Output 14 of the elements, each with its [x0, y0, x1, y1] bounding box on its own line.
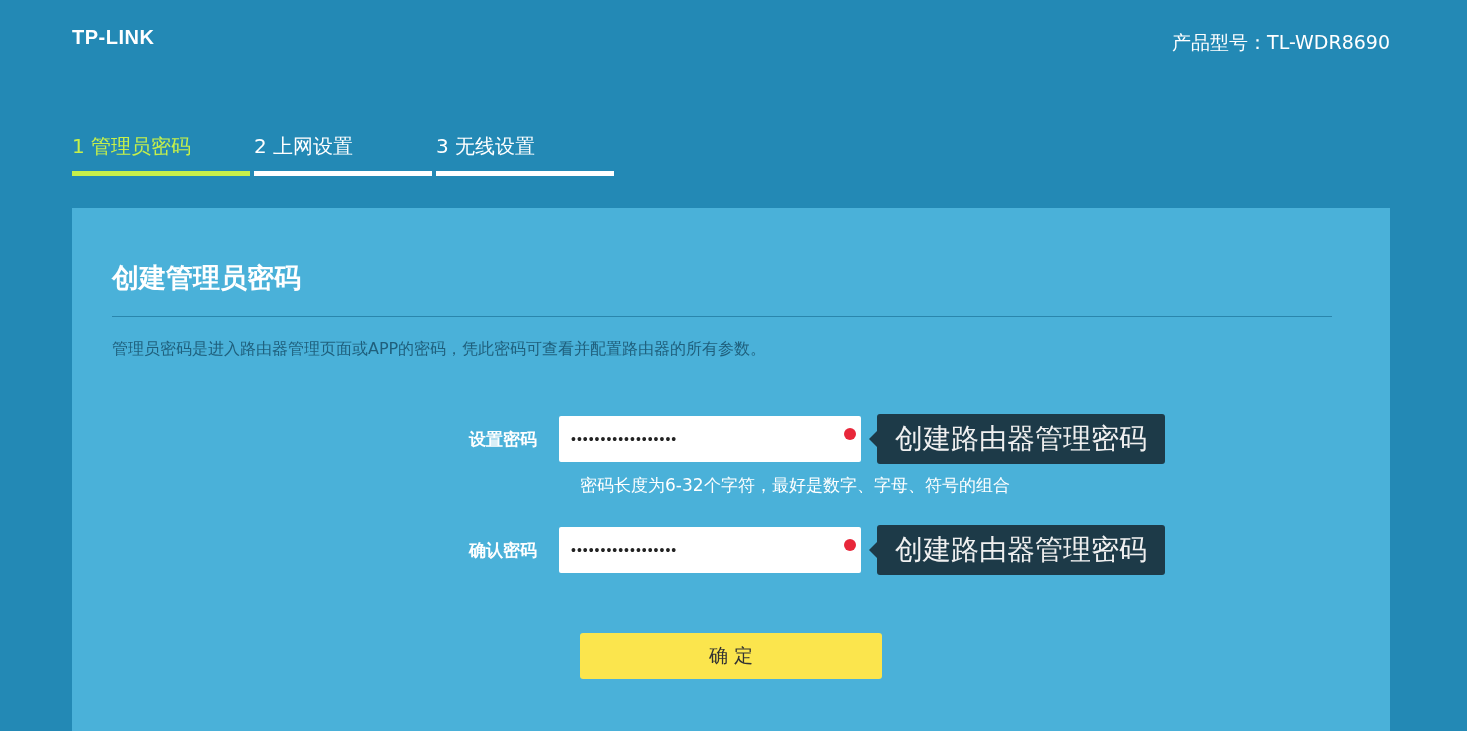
tooltip: 创建路由器管理密码 — [877, 414, 1165, 464]
model-number: 产品型号：TL-WDR8690 — [1172, 30, 1390, 54]
description: 管理员密码是进入路由器管理页面或APP的密码，凭此密码可查看并配置路由器的所有参数。 — [112, 339, 768, 360]
hint-text: 密码长度为6-32个字符，最好是数字、字母、符号的组合 — [580, 474, 1011, 497]
tooltip: 创建路由器管理密码 — [877, 525, 1165, 575]
panel-title: 创建管理员密码 — [112, 261, 302, 295]
password-field[interactable]: •••••••••••••••••• — [559, 527, 861, 573]
confirm-button[interactable]: 确 定 — [580, 633, 882, 679]
password-field[interactable]: •••••••••••••••••• — [559, 416, 861, 462]
step-tab[interactable]: 2 上网设置 — [254, 102, 432, 176]
logo: TP-LINK — [72, 26, 155, 48]
step-tab[interactable]: 3 无线设置 — [436, 102, 614, 176]
field-label: 设置密码 — [467, 427, 538, 451]
field-label: 确认密码 — [467, 538, 538, 562]
